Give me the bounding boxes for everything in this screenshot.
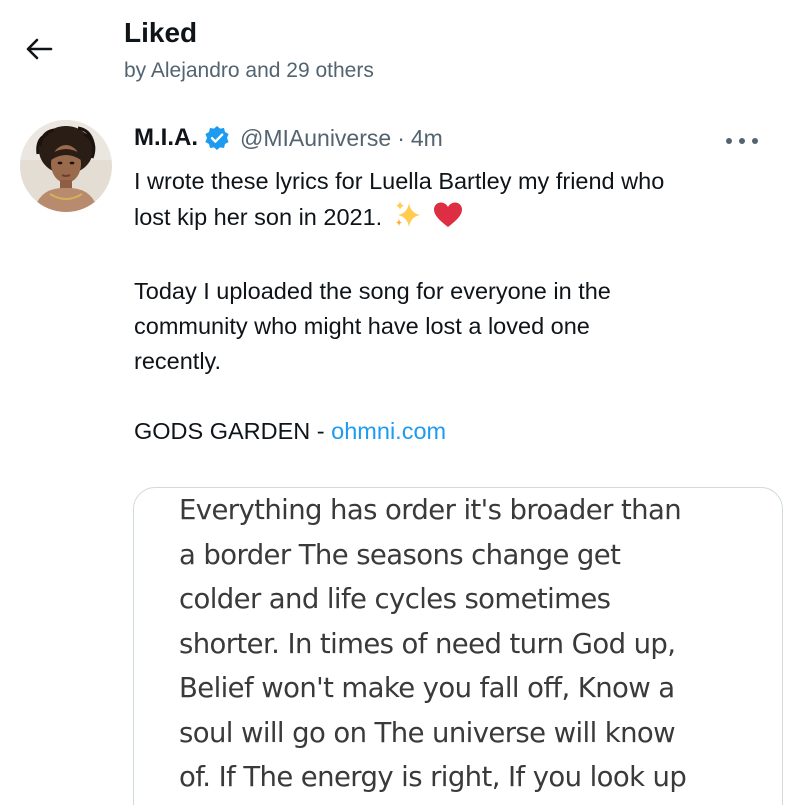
lyrics-line: Everything has order it's broader than (179, 494, 682, 526)
display-name[interactable]: M.I.A. (134, 124, 198, 152)
tweet-text-line-with-emoji: lost kip her son in 2021. (134, 199, 784, 239)
ohmni-link[interactable]: ohmni.com (331, 418, 446, 444)
lyrics-line: a border The seasons change get (179, 538, 621, 571)
tweet-text: I wrote these lyrics for Luella Bartley … (134, 164, 784, 449)
separator-dot: · (397, 124, 405, 151)
tweet-text-line: community who might have lost a loved on… (134, 313, 590, 339)
sparkles-icon (393, 199, 423, 239)
lyrics-line: shorter. In times of need turn God up, (179, 627, 676, 660)
arrow-left-icon (26, 38, 53, 60)
header: Liked by Alejandro and 29 others (0, 0, 805, 100)
song-line: GODS GARDEN - ohmni.com (134, 414, 784, 449)
page-title: Liked (124, 17, 198, 48)
lyrics-line: soul will go on The universe will know (179, 716, 676, 749)
lyrics-line: of. If The energy is right, If you look … (179, 761, 687, 793)
lyrics-image-card[interactable]: Everything has order it's broader than a… (133, 487, 783, 805)
verified-badge-icon (204, 125, 230, 151)
more-options-button[interactable] (722, 130, 762, 152)
lyrics-line: Belief won't make you fall off, Know a (179, 672, 675, 704)
tweet-text-line: recently. (134, 348, 222, 374)
tweet-text-line: I wrote these lyrics for Luella Bartley … (134, 168, 665, 194)
tweet-text-line: Today I uploaded the song for everyone i… (134, 278, 611, 304)
liked-by-summary[interactable]: by Alejandro and 29 others (124, 58, 374, 84)
more-horizontal-icon (726, 138, 732, 144)
back-button[interactable] (18, 28, 60, 70)
tweet-header: M.I.A. @MIAuniverse · 4m (134, 122, 443, 154)
lyrics-line: colder and life cycles sometimes (179, 583, 611, 615)
user-handle[interactable]: @MIAuniverse (240, 125, 391, 152)
red-heart-icon (433, 201, 463, 239)
song-label: GODS GARDEN - (134, 418, 332, 444)
lyrics-text: Everything has order it's broader than a… (179, 488, 759, 800)
tweet-timestamp[interactable]: 4m (411, 125, 443, 152)
tweet[interactable]: M.I.A. @MIAuniverse · 4m I wrote these l… (0, 110, 805, 805)
avatar[interactable] (20, 120, 112, 212)
